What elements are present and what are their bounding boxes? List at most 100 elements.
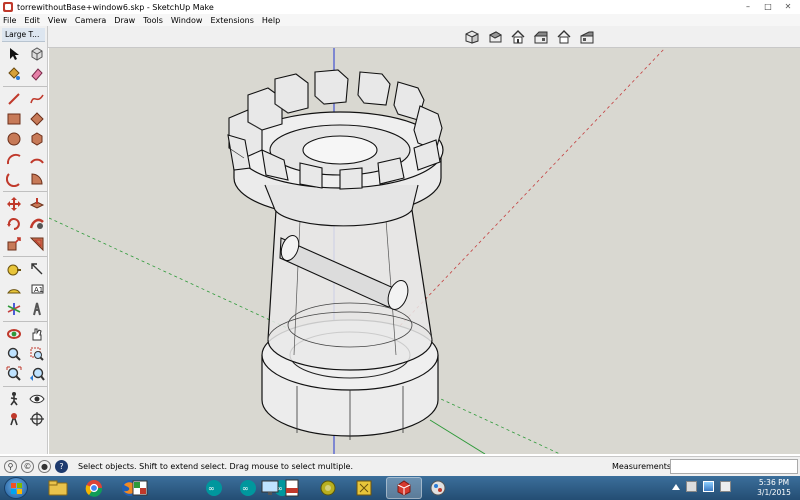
sketchup-app-icon: [3, 2, 13, 12]
maximize-button[interactable]: □: [758, 0, 778, 13]
palette-separator: [3, 256, 47, 257]
close-button[interactable]: ✕: [778, 0, 798, 13]
palette-separator: [3, 386, 47, 387]
offset-icon[interactable]: [26, 235, 47, 253]
measurements-label: Measurements: [612, 462, 672, 471]
tower-top-hole: [302, 135, 378, 165]
three-point-arc-icon[interactable]: [3, 170, 24, 188]
palette-separator: [3, 191, 47, 192]
menu-edit[interactable]: Edit: [24, 16, 40, 25]
minimize-button[interactable]: –: [738, 0, 758, 13]
push-pull-icon[interactable]: [26, 195, 47, 213]
image-viewer-icon[interactable]: [420, 477, 456, 499]
menu-extensions[interactable]: Extensions: [210, 16, 253, 25]
clock-date: 3/1/2015: [757, 488, 791, 497]
left-view-icon[interactable]: [577, 29, 597, 45]
menu-help[interactable]: Help: [262, 16, 280, 25]
menu-view[interactable]: View: [48, 16, 67, 25]
sketchup-icon[interactable]: [346, 477, 382, 499]
palette-separator: [3, 321, 47, 322]
text-icon[interactable]: A1: [26, 280, 47, 298]
status-bar: ⚲ © ● ? Select objects. Shift to extend …: [0, 456, 800, 476]
clock-time: 5:36 PM: [758, 478, 790, 487]
palette-separator: [3, 86, 47, 87]
menu-bar: File Edit View Camera Draw Tools Window …: [0, 14, 800, 26]
circle-icon[interactable]: [3, 130, 24, 148]
instructor-help-icon[interactable]: ?: [55, 460, 68, 473]
window-title: torrewithoutBase+window6.skp - SketchUp …: [17, 2, 214, 12]
scale-icon[interactable]: [3, 235, 24, 253]
rotate-icon[interactable]: [3, 215, 24, 233]
arduino-icon[interactable]: ∞: [196, 477, 232, 499]
back-view-icon[interactable]: [554, 29, 574, 45]
component-icon[interactable]: [26, 45, 47, 63]
menu-camera[interactable]: Camera: [75, 16, 106, 25]
windows-explorer-icon[interactable]: [40, 477, 76, 499]
user-icon[interactable]: ●: [38, 460, 51, 473]
large-tool-set-palette: Large T... A1: [0, 26, 48, 454]
palette-title: Large T...: [2, 28, 45, 42]
status-hint: Select objects. Shift to extend select. …: [78, 462, 354, 471]
eraser-icon[interactable]: [26, 65, 47, 83]
system-tray: [672, 481, 737, 492]
window-controls: – □ ✕: [738, 0, 798, 13]
start-button[interactable]: [4, 477, 28, 499]
pie-icon[interactable]: [26, 170, 47, 188]
paint-bucket-icon[interactable]: [3, 65, 24, 83]
paint-icon[interactable]: [122, 477, 158, 499]
axes-icon[interactable]: [3, 300, 24, 318]
show-hidden-icons-icon[interactable]: [672, 484, 680, 490]
tools-icon[interactable]: [310, 477, 346, 499]
previous-view-icon[interactable]: [26, 365, 47, 383]
pdf-icon[interactable]: [274, 477, 310, 499]
zoom-window-icon[interactable]: [26, 345, 47, 363]
views-toolbar: [462, 29, 600, 45]
move-icon[interactable]: [3, 195, 24, 213]
menu-window[interactable]: Window: [171, 16, 203, 25]
select-icon[interactable]: [3, 45, 24, 63]
measurements-input[interactable]: [670, 459, 798, 474]
orbit-icon[interactable]: [3, 325, 24, 343]
credits-icon[interactable]: ©: [21, 460, 34, 473]
svg-text:∞: ∞: [242, 484, 249, 493]
pan-icon[interactable]: [26, 325, 47, 343]
sketchup-make-icon[interactable]: [386, 477, 422, 499]
polygon-icon[interactable]: [26, 130, 47, 148]
menu-file[interactable]: File: [3, 16, 16, 25]
menu-draw[interactable]: Draw: [114, 16, 135, 25]
right-view-icon[interactable]: [531, 29, 551, 45]
zoom-icon[interactable]: [3, 345, 24, 363]
windows-taskbar: ∞ ∞ ∞ 5:36 PM 3/1/2015: [0, 476, 800, 500]
walk-icon[interactable]: [3, 390, 24, 408]
title-bar: torrewithoutBase+window6.skp - SketchUp …: [0, 0, 800, 14]
iso-view-icon[interactable]: [462, 29, 482, 45]
3d-text-icon[interactable]: [26, 300, 47, 318]
front-view-icon[interactable]: [508, 29, 528, 45]
protractor-icon[interactable]: [3, 280, 24, 298]
network-icon[interactable]: [703, 481, 714, 492]
tower-model: [49, 48, 666, 454]
arc-icon[interactable]: [3, 150, 24, 168]
geo-location-icon[interactable]: ⚲: [4, 460, 17, 473]
section-plane-icon[interactable]: [26, 410, 47, 428]
taskbar-clock[interactable]: 5:36 PM 3/1/2015: [752, 478, 796, 498]
rectangle-icon[interactable]: [3, 110, 24, 128]
position-camera-icon[interactable]: [3, 410, 24, 428]
modeling-canvas[interactable]: [49, 48, 800, 454]
two-point-arc-icon[interactable]: [26, 150, 47, 168]
windows-logo-icon: [11, 483, 23, 495]
zoom-extents-icon[interactable]: [3, 365, 24, 383]
dimension-icon[interactable]: [26, 260, 47, 278]
flag-icon[interactable]: [686, 481, 697, 492]
top-toolbar: [0, 26, 800, 48]
line-icon[interactable]: [3, 90, 24, 108]
chrome-icon[interactable]: [76, 477, 112, 499]
rotated-rectangle-icon[interactable]: [26, 110, 47, 128]
top-view-icon[interactable]: [485, 29, 505, 45]
volume-icon[interactable]: [720, 481, 731, 492]
look-around-icon[interactable]: [26, 390, 47, 408]
menu-tools[interactable]: Tools: [143, 16, 163, 25]
follow-me-icon[interactable]: [26, 215, 47, 233]
freehand-icon[interactable]: [26, 90, 47, 108]
tape-measure-icon[interactable]: [3, 260, 24, 278]
